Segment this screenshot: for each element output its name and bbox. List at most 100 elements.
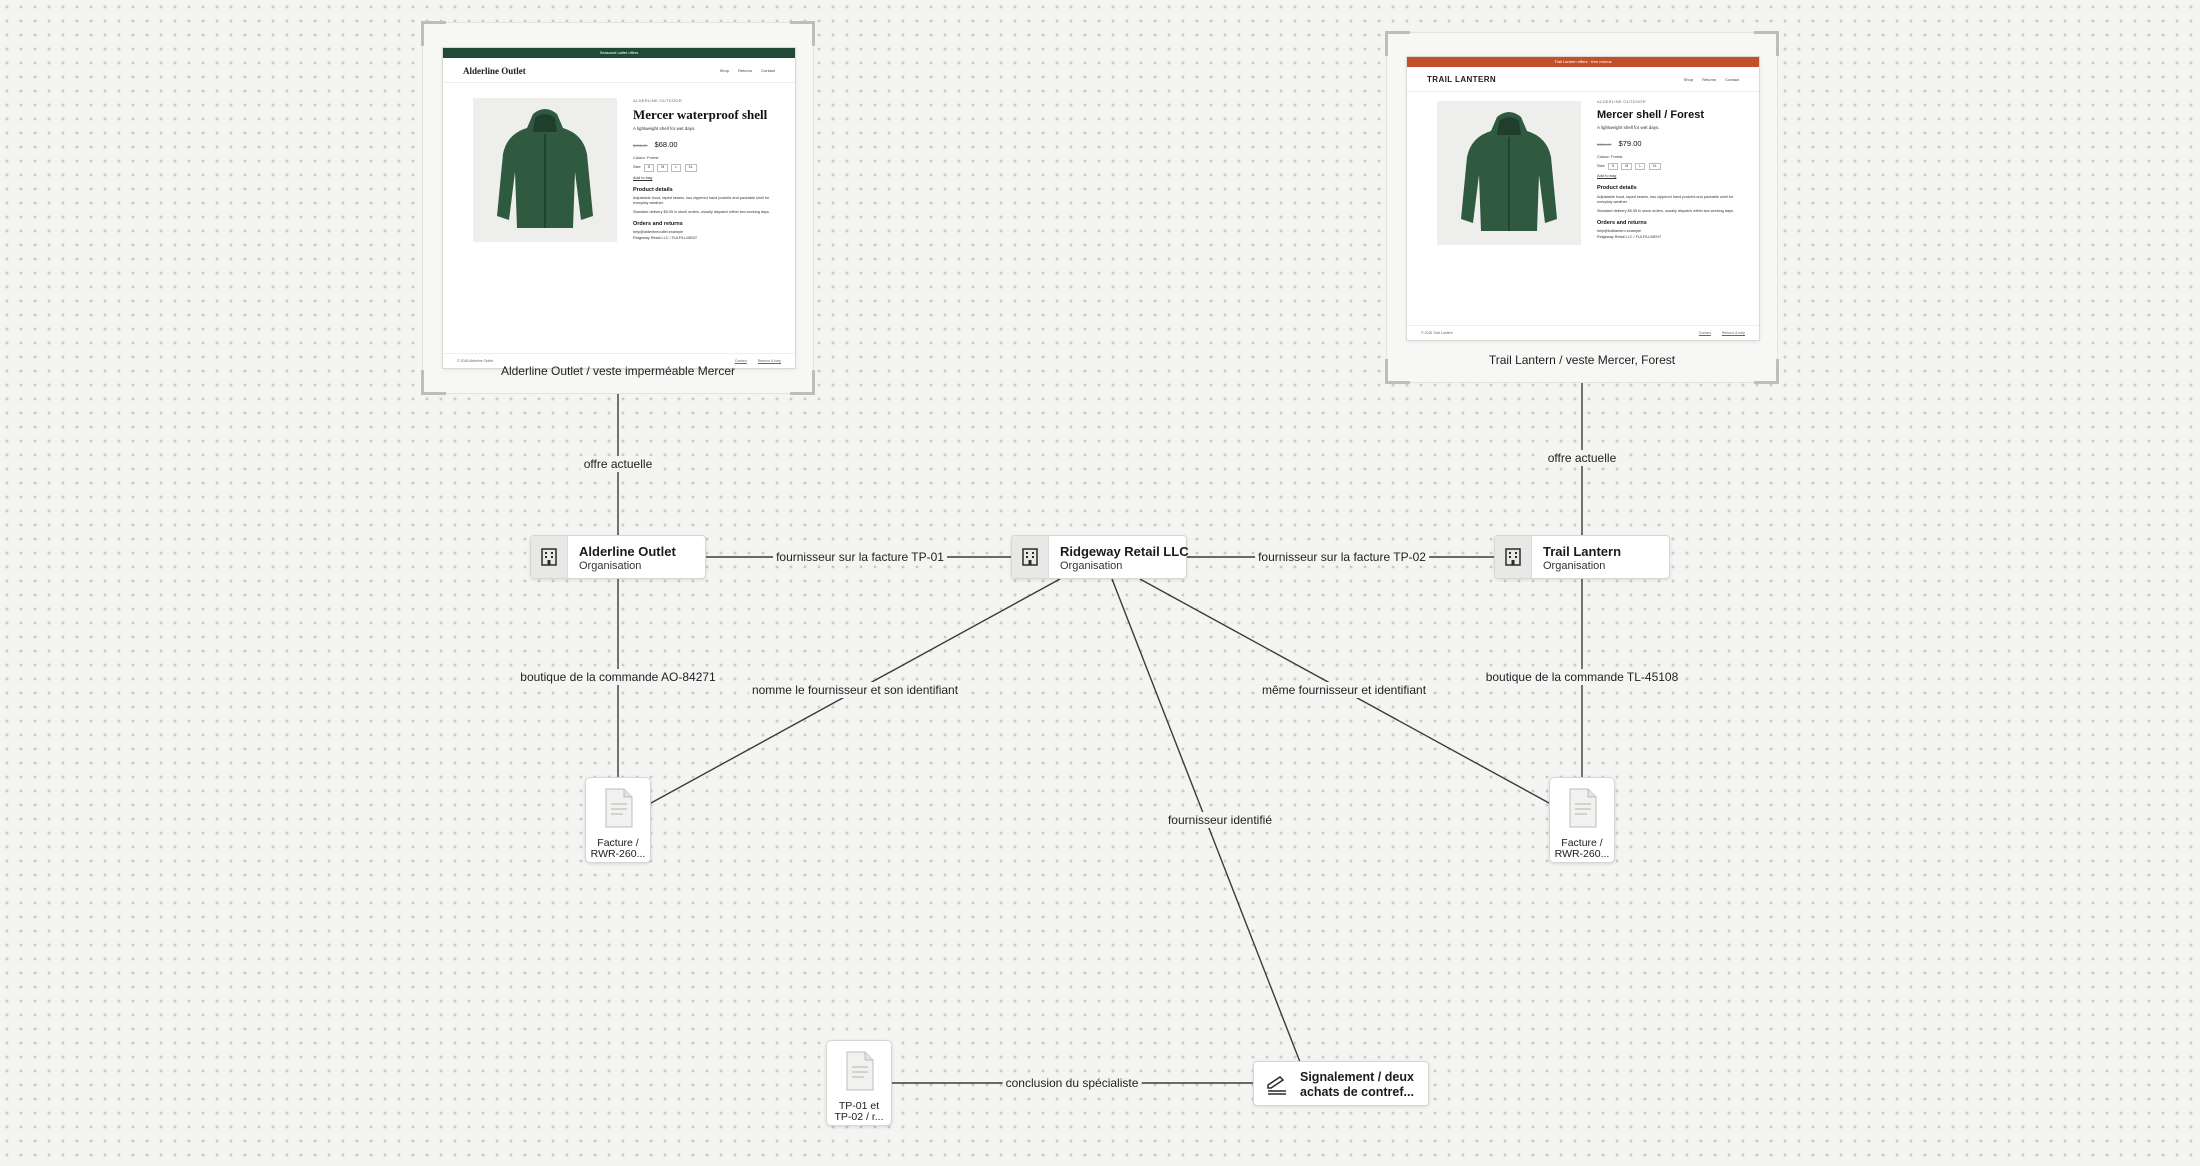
nav-link: Shop xyxy=(719,68,729,73)
footer-link: Returns & help xyxy=(757,359,781,363)
size-option: L xyxy=(671,164,682,172)
product-page-screenshot: Trail Lantern offers · free returns TRAI… xyxy=(1407,57,1759,340)
frame-corner xyxy=(1754,31,1779,56)
node-ridgeway-retail[interactable]: Ridgeway Retail LLC Organisation xyxy=(1011,535,1189,579)
orders-company: Ridgeway Retail LLC / FULFILLMENT xyxy=(1597,234,1662,239)
nav-link: Contact xyxy=(761,68,775,73)
node-label-line: RWR-260... xyxy=(590,848,646,860)
edge-label-shop-tl: boutique de la commande TL-45108 xyxy=(1482,669,1682,685)
node-specialist-document[interactable]: TP-01 et TP-02 / r... xyxy=(826,1040,892,1126)
edge-label-supplier-tp02: fournisseur sur la facture TP-02 xyxy=(1255,549,1429,565)
edge-label-offer-alderline: offre actuelle xyxy=(580,456,656,472)
node-label-line: Signalement / deux xyxy=(1300,1070,1414,1084)
node-trail-lantern[interactable]: Trail Lantern Organisation xyxy=(1494,535,1670,579)
screenshot-card-trail-lantern[interactable]: Trail Lantern offers · free returns TRAI… xyxy=(1385,31,1779,384)
site-nav: TRAIL LANTERN Shop Returns Contact xyxy=(1407,67,1759,92)
edge-label-shop-ao: boutique de la commande AO-84271 xyxy=(517,669,719,685)
product-info: ALDERLINE OUTDOOR Mercer waterproof shel… xyxy=(633,98,783,244)
details-text: Adjustable hood, taped seams, two zipper… xyxy=(1597,194,1734,205)
building-icon xyxy=(1505,548,1521,566)
node-title: Alderline Outlet xyxy=(579,544,676,559)
delivery-text: Standard delivery $5.95 in stock orders,… xyxy=(633,210,770,215)
product-info: ALDERLINE OUTDOOR Mercer shell / Forest … xyxy=(1597,99,1747,243)
size-row: Size S M L XL xyxy=(1597,163,1747,171)
delivery-text: Standard delivery $5.95 in stock orders,… xyxy=(1597,208,1734,213)
node-invoice-tp01[interactable]: Facture / RWR-260... xyxy=(585,777,651,863)
nav-link: Returns xyxy=(738,68,753,73)
node-report[interactable]: Signalement / deux achats de contref... xyxy=(1253,1061,1429,1106)
product-tagline: A lightweight shell for wet days. xyxy=(1597,125,1660,131)
details-text: Adjustable hood, taped seams, two zipper… xyxy=(633,195,770,206)
footer-link: Contact xyxy=(1698,331,1711,335)
orders-heading: Orders and returns xyxy=(1597,219,1647,226)
old-price: $156.00 xyxy=(1597,141,1612,147)
product-brand: ALDERLINE OUTDOOR xyxy=(633,98,682,103)
edge-label-specialist-conclusion: conclusion du spécialiste xyxy=(1002,1075,1142,1091)
document-icon xyxy=(1569,788,1597,828)
node-label: Facture / RWR-260... xyxy=(588,838,648,860)
screenshot-caption: Alderline Outlet / veste imperméable Mer… xyxy=(500,364,736,378)
size-option: S xyxy=(643,164,655,172)
current-price: $68.00 xyxy=(654,140,678,150)
node-label: TP-01 et TP-02 / r... xyxy=(829,1101,889,1123)
node-label-line: achats de contref... xyxy=(1300,1085,1414,1099)
node-subtitle: Organisation xyxy=(1543,560,1606,572)
product-title: Mercer shell / Forest xyxy=(1597,109,1704,121)
site-logo: TRAIL LANTERN xyxy=(1427,75,1497,84)
size-option: M xyxy=(657,164,669,172)
node-icon-box xyxy=(1495,536,1532,578)
product-price: $156.00 $68.00 xyxy=(633,139,783,150)
size-option: XL xyxy=(1648,163,1661,171)
nav-link: Contact xyxy=(1725,77,1739,82)
product-page-screenshot: Seasonal outlet offers Alderline Outlet … xyxy=(443,48,795,368)
footer-link: Contact xyxy=(734,359,747,363)
footer-links: Contact Returns & help xyxy=(725,359,781,363)
signature-icon xyxy=(1267,1076,1286,1095)
orders-company: Ridgeway Retail LLC / FULFILLMENT xyxy=(633,235,698,240)
node-label-line: RWR-260... xyxy=(1554,848,1610,860)
nav-link: Returns xyxy=(1702,77,1717,82)
screenshot-caption: Trail Lantern / veste Mercer, Forest xyxy=(1488,353,1676,367)
footer-copyright: © 2026 Trail Lantern xyxy=(1421,331,1453,335)
node-subtitle: Organisation xyxy=(579,560,642,572)
site-nav: Alderline Outlet Shop Returns Contact xyxy=(443,58,795,83)
size-label: Size xyxy=(1597,163,1605,169)
node-icon-box xyxy=(1012,536,1049,578)
edge-label-supplier-tp01: fournisseur sur la facture TP-01 xyxy=(773,549,947,565)
size-option: L xyxy=(1635,163,1646,171)
screenshot-card-alderline[interactable]: Seasonal outlet offers Alderline Outlet … xyxy=(421,21,815,395)
product-brand: ALDERLINE OUTDOOR xyxy=(1597,99,1646,104)
footer-copyright: © 2026 Alderline Outlet xyxy=(457,359,494,363)
document-icon xyxy=(605,788,633,828)
nav-links: Shop Returns Contact xyxy=(1676,77,1739,82)
node-alderline-outlet[interactable]: Alderline Outlet Organisation xyxy=(530,535,706,579)
details-heading: Product details xyxy=(633,186,673,193)
size-option: XL xyxy=(684,164,697,172)
size-label: Size xyxy=(633,164,641,170)
footer-link: Returns & help xyxy=(1721,331,1745,335)
frame-corner xyxy=(1385,31,1410,56)
product-tagline: A lightweight shell for wet days. xyxy=(633,126,696,132)
size-row: Size S M L XL xyxy=(633,164,783,172)
frame-corner xyxy=(421,21,446,46)
add-to-bag-link: Add to bag xyxy=(633,174,653,180)
node-label-line: TP-02 / r... xyxy=(834,1111,884,1123)
size-option: M xyxy=(1621,163,1633,171)
document-icon xyxy=(846,1051,874,1091)
size-option: S xyxy=(1607,163,1619,171)
node-label: Signalement / deux achats de contref... xyxy=(1300,1070,1414,1100)
site-logo: Alderline Outlet xyxy=(463,66,526,76)
current-price: $79.00 xyxy=(1618,138,1642,148)
node-title: Trail Lantern xyxy=(1543,544,1622,559)
promo-banner: Trail Lantern offers · free returns xyxy=(1407,57,1759,67)
graph-canvas[interactable]: Seasonal outlet offers Alderline Outlet … xyxy=(0,0,2200,1166)
orders-heading: Orders and returns xyxy=(633,220,683,227)
edge-label-same-supplier: même fournisseur et identifiant xyxy=(1258,682,1430,698)
frame-corner xyxy=(790,21,815,46)
product-title: Mercer waterproof shell xyxy=(633,107,768,122)
jacket-image xyxy=(473,98,617,242)
node-invoice-tp02[interactable]: Facture / RWR-260... xyxy=(1549,777,1615,863)
node-icon-box xyxy=(531,536,568,578)
details-heading: Product details xyxy=(1597,185,1637,192)
old-price: $156.00 xyxy=(633,143,648,149)
